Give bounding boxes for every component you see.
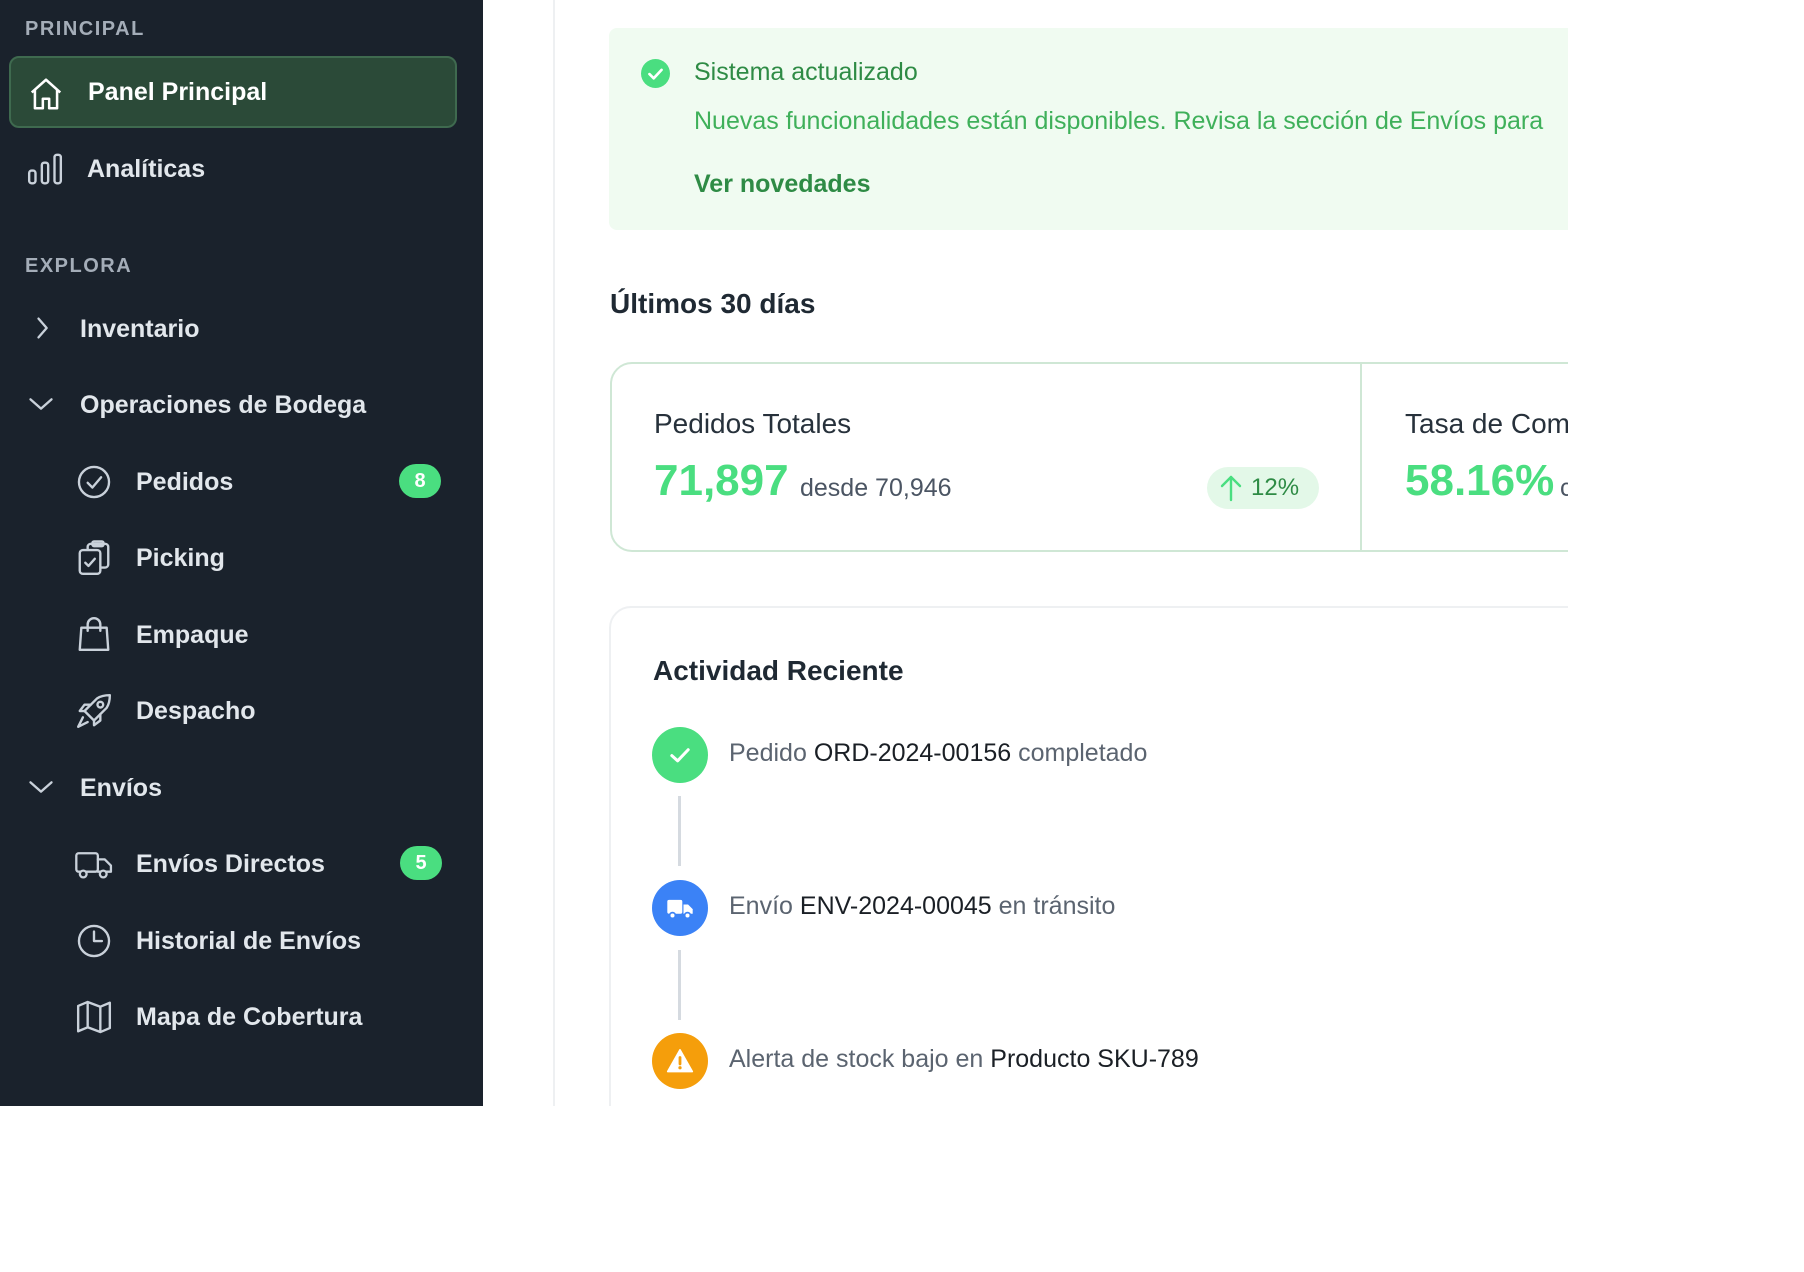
truck-icon bbox=[74, 845, 114, 883]
stat-label: Pedidos Totales bbox=[654, 408, 852, 439]
activity-text: Alerta de stock bajo en bbox=[729, 1045, 984, 1073]
sidebar-item-label: Empaque bbox=[136, 621, 249, 649]
warning-icon bbox=[652, 1033, 708, 1089]
stat-value: 58.16% bbox=[1405, 456, 1555, 505]
section-label-explora: EXPLORA bbox=[25, 255, 133, 277]
sidebar-item-label: Envíos bbox=[80, 774, 162, 802]
count-badge: 5 bbox=[400, 846, 442, 880]
activity-reference[interactable]: ENV-2024-00045 bbox=[800, 892, 992, 920]
timeline-connector bbox=[678, 950, 681, 1020]
activity-reference[interactable]: Producto SKU-789 bbox=[990, 1045, 1198, 1073]
home-icon bbox=[27, 75, 65, 113]
activity-text: Pedido bbox=[729, 739, 807, 767]
check-circle-icon bbox=[641, 59, 670, 88]
see-news-link[interactable]: Ver novedades bbox=[694, 170, 870, 199]
shopping-bag-icon bbox=[75, 615, 113, 653]
sidebar-item-mapa[interactable]: Mapa de Cobertura bbox=[0, 994, 483, 1040]
sidebar-item-inventario[interactable]: Inventario bbox=[0, 306, 483, 352]
sidebar-item-panel-principal[interactable]: Panel Principal bbox=[9, 56, 457, 128]
check-circle-icon bbox=[75, 463, 113, 501]
sidebar-item-envios-directos[interactable]: Envíos Directos 5 bbox=[0, 841, 483, 887]
sidebar-item-analiticas[interactable]: Analíticas bbox=[0, 146, 483, 192]
activity-reference[interactable]: ORD-2024-00156 bbox=[814, 739, 1011, 767]
sidebar-item-label: Operaciones de Bodega bbox=[80, 391, 367, 419]
sidebar-item-label: Despacho bbox=[136, 697, 256, 725]
clock-icon bbox=[75, 922, 113, 960]
sidebar-item-operaciones[interactable]: Operaciones de Bodega bbox=[0, 382, 483, 428]
trend-badge: 12% bbox=[1207, 467, 1319, 509]
activity-text: en tránsito bbox=[998, 892, 1116, 920]
rocket-icon bbox=[75, 692, 113, 730]
stat-value: 71,897 bbox=[654, 456, 789, 505]
sidebar-item-despacho[interactable]: Despacho bbox=[0, 688, 483, 734]
activity-title: Actividad Reciente bbox=[653, 655, 904, 686]
stat-previous: desde 70,946 bbox=[800, 474, 952, 502]
sidebar-item-label: Historial de Envíos bbox=[136, 927, 362, 955]
sidebar-item-empaque[interactable]: Empaque bbox=[0, 612, 483, 658]
clipboard-check-icon bbox=[75, 539, 113, 577]
chevron-right-icon bbox=[28, 313, 56, 343]
bar-chart-icon bbox=[26, 150, 64, 188]
sidebar: PRINCIPAL Panel Principal Analíticas EXP… bbox=[0, 0, 483, 1106]
stat-label: Tasa de Com bbox=[1405, 408, 1568, 439]
sidebar-item-label: Picking bbox=[136, 544, 225, 572]
activity-item: Alerta de stock bajo en Producto SKU-789 bbox=[729, 1045, 1199, 1074]
completed-status-icon bbox=[652, 727, 708, 783]
activity-item: Envío ENV-2024-00045 en tránsito bbox=[729, 892, 1115, 921]
activity-item: Pedido ORD-2024-00156 completado bbox=[729, 739, 1147, 768]
content-divider bbox=[553, 0, 555, 1106]
truck-icon bbox=[652, 880, 708, 936]
chevron-down-icon bbox=[26, 390, 56, 418]
sidebar-item-picking[interactable]: Picking bbox=[0, 535, 483, 581]
timeline-connector bbox=[678, 796, 681, 866]
map-icon bbox=[75, 998, 113, 1036]
sidebar-item-envios[interactable]: Envíos bbox=[0, 765, 483, 811]
stats-divider bbox=[1360, 363, 1362, 551]
count-badge: 8 bbox=[399, 464, 441, 498]
alert-title: Sistema actualizado bbox=[694, 58, 918, 86]
stat-previous: c bbox=[1560, 474, 1568, 502]
sidebar-item-label: Inventario bbox=[80, 315, 200, 343]
sidebar-item-historial[interactable]: Historial de Envíos bbox=[0, 918, 483, 964]
sidebar-item-label: Analíticas bbox=[87, 155, 206, 183]
trend-value: 12% bbox=[1251, 474, 1300, 501]
chevron-down-icon bbox=[26, 773, 56, 801]
sidebar-item-pedidos[interactable]: Pedidos 8 bbox=[0, 459, 483, 505]
sidebar-item-label: Pedidos bbox=[136, 468, 234, 496]
alert-message: Nuevas funcionalidades están disponibles… bbox=[694, 107, 1544, 135]
activity-text: completado bbox=[1018, 739, 1148, 767]
sidebar-item-label: Envíos Directos bbox=[136, 850, 325, 878]
sidebar-item-label: Panel Principal bbox=[88, 78, 268, 106]
period-heading: Últimos 30 días bbox=[610, 288, 816, 319]
section-label-principal: PRINCIPAL bbox=[25, 18, 145, 40]
activity-text: Envío bbox=[729, 892, 793, 920]
sidebar-item-label: Mapa de Cobertura bbox=[136, 1003, 363, 1031]
arrow-up-icon bbox=[1219, 474, 1243, 502]
